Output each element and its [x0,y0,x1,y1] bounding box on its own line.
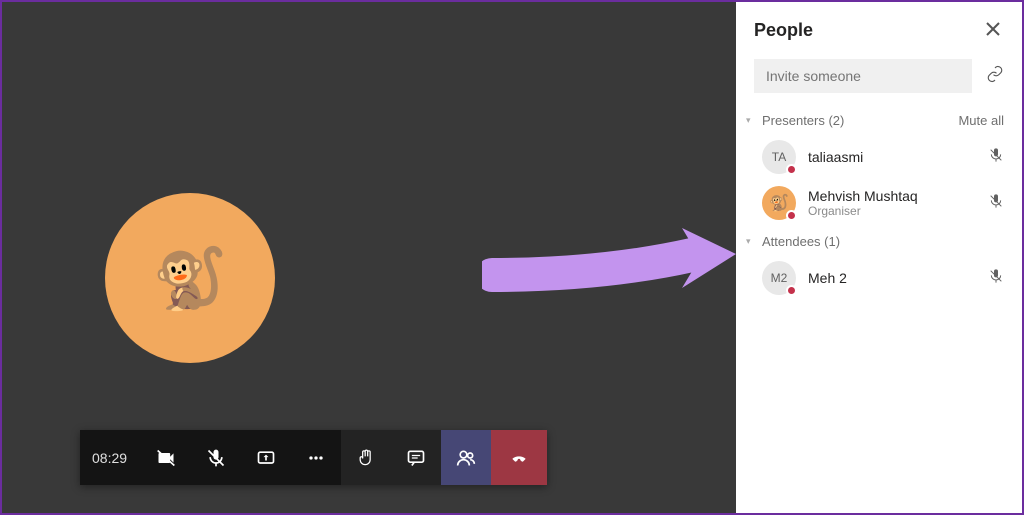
presence-busy-icon [786,210,797,221]
ellipsis-icon [306,448,326,468]
close-icon [986,22,1000,36]
call-toolbar: 08:29 [80,430,547,485]
camera-toggle-button[interactable] [141,430,191,485]
video-stage: 🐒 08:29 [2,2,736,513]
mic-toggle-button[interactable] [191,430,241,485]
avatar-initials: M2 [771,271,788,285]
chevron-down-icon: ▾ [746,236,758,247]
avatar: 🐒 [762,186,796,220]
invite-input[interactable] [754,59,972,93]
person-name: taliaasmi [808,149,976,165]
chat-button[interactable] [391,430,441,485]
participant-mic-button[interactable] [988,147,1004,168]
section-presenters-header[interactable]: ▾ Presenters (2) Mute all [736,105,1022,134]
attendee-row[interactable]: M2 Meh 2 [736,255,1022,301]
share-screen-button[interactable] [241,430,291,485]
close-panel-button[interactable] [982,16,1004,45]
copy-link-button[interactable] [986,65,1004,88]
link-icon [986,65,1004,83]
mute-all-button[interactable]: Mute all [958,113,1004,128]
people-panel: People ▾ Presenters (2) Mute all TA [736,2,1022,513]
avatar-emoji: 🐒 [153,243,228,314]
person-role: Organiser [808,204,976,218]
section-attendees-label: Attendees (1) [762,234,840,249]
avatar: M2 [762,261,796,295]
hand-icon [356,448,376,468]
mic-muted-icon [988,268,1004,284]
person-name: Meh 2 [808,270,976,286]
people-button[interactable] [441,430,491,485]
section-attendees-header[interactable]: ▾ Attendees (1) [736,226,1022,255]
avatar: TA [762,140,796,174]
hangup-button[interactable] [491,430,547,485]
participant-mic-button[interactable] [988,268,1004,289]
raise-hand-button[interactable] [341,430,391,485]
presenter-row[interactable]: 🐒 Mehvish Mushtaq Organiser [736,180,1022,226]
chat-icon [406,448,426,468]
participant-mic-button[interactable] [988,193,1004,214]
hangup-icon [509,448,529,468]
mic-muted-icon [988,147,1004,163]
avatar-emoji: 🐒 [769,193,789,213]
share-tray-icon [256,448,276,468]
panel-title: People [754,20,813,41]
annotation-arrow-icon [482,222,742,312]
camera-off-icon [156,448,176,468]
section-presenters-label: Presenters (2) [762,113,844,128]
more-actions-button[interactable] [291,430,341,485]
presence-busy-icon [786,285,797,296]
call-duration: 08:29 [80,430,141,485]
people-icon [456,448,476,468]
presence-busy-icon [786,164,797,175]
participant-avatar: 🐒 [105,193,275,363]
mic-muted-icon [988,193,1004,209]
person-name: Mehvish Mushtaq [808,188,976,204]
mic-off-icon [206,448,226,468]
presenter-row[interactable]: TA taliaasmi [736,134,1022,180]
chevron-down-icon: ▾ [746,115,758,126]
avatar-initials: TA [772,150,786,164]
